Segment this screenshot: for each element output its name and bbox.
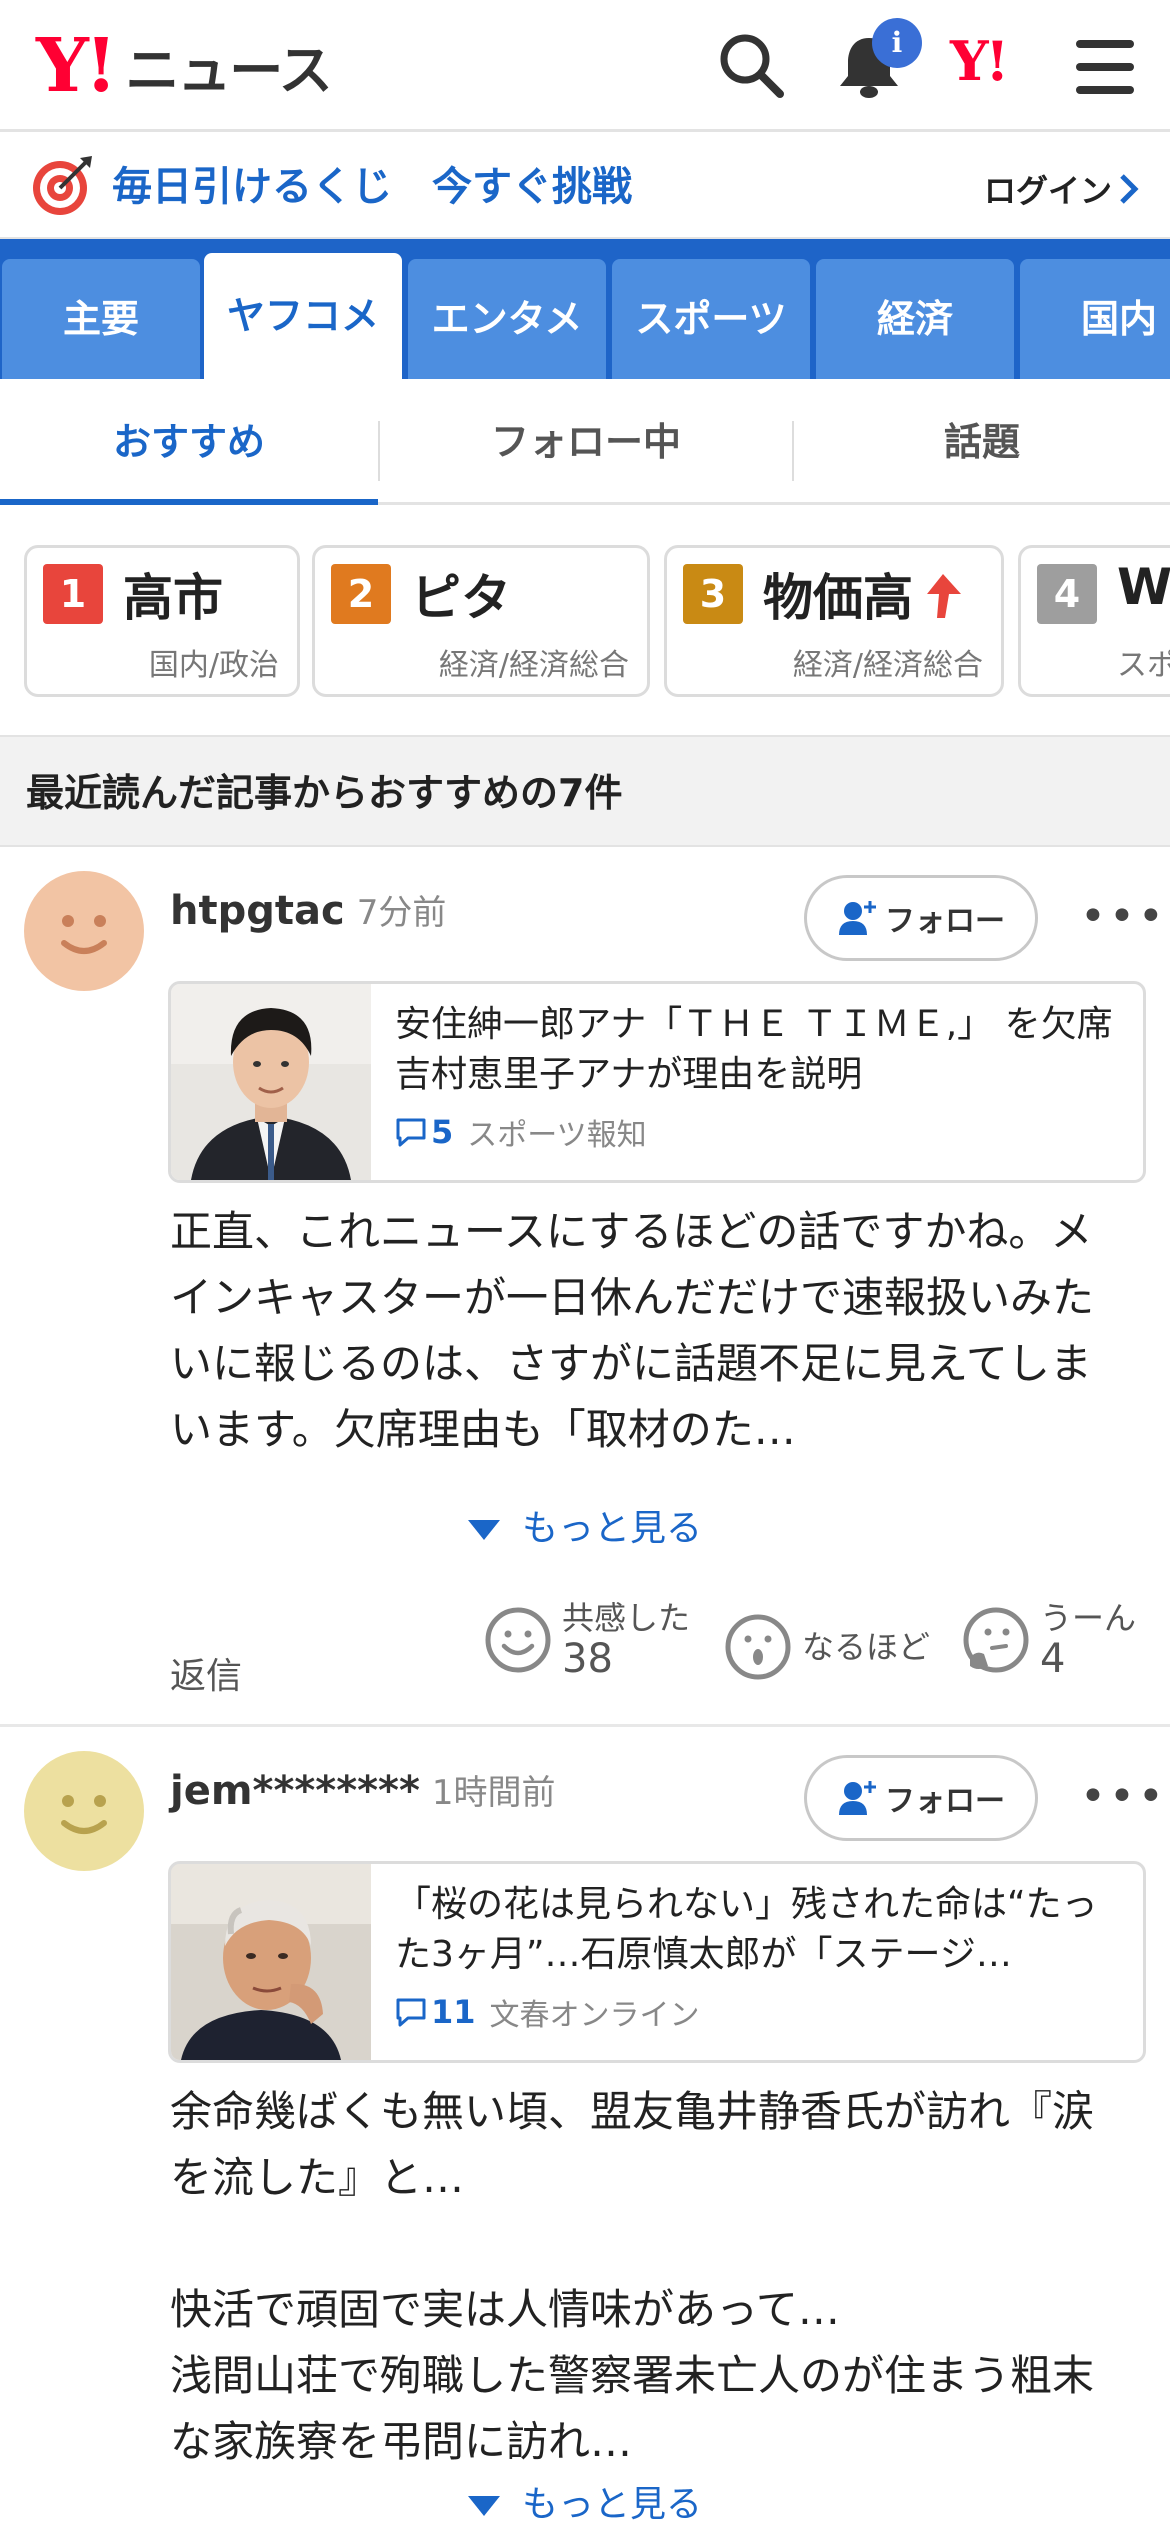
tab-domestic[interactable]: 国内	[1020, 259, 1170, 379]
subtab-recommended[interactable]: おすすめ	[0, 379, 378, 505]
comment-time: 7分前	[356, 893, 447, 933]
follow-button[interactable]: フォロー	[804, 1755, 1038, 1841]
rank-badge: 3	[683, 564, 743, 624]
comment-username[interactable]: htpgtac 7分前	[170, 885, 446, 934]
logo-text: ニュース	[125, 39, 332, 102]
trend-card[interactable]: 3 物価高 経済/経済総合	[664, 545, 1004, 697]
article-thumbnail	[171, 1864, 371, 2060]
article-comment-count: 5	[431, 1113, 454, 1151]
follow-label: フォロー	[885, 1784, 1005, 1819]
avatar[interactable]	[24, 871, 144, 991]
trend-word: ピタ	[411, 569, 511, 627]
login-label: ログイン	[983, 172, 1112, 210]
notification-badge: i	[872, 18, 922, 68]
smile-face-icon	[485, 1607, 551, 1673]
comment-body: 正直、これニュースにするほどの話ですかね。メインキャスターが一日休んだだけで速報…	[170, 1207, 1095, 1454]
target-icon	[30, 154, 94, 222]
yahoo-account-icon[interactable]: Y!	[950, 34, 1009, 88]
trend-card[interactable]: 1 高市 国内/政治	[24, 545, 300, 697]
trend-word: 物価高	[763, 569, 913, 627]
comment-username[interactable]: jem******** 1時間前	[170, 1765, 556, 1814]
reaction-label: なるほど	[802, 1627, 931, 1666]
tab-sports[interactable]: スポーツ	[612, 259, 810, 379]
article-card[interactable]: 安住紳一郎アナ「ＴＨＥ ＴＩＭＥ,」 を欠席 吉村恵里子アナが理由を説明 5 ス…	[168, 981, 1146, 1183]
reaction-count: 4	[1040, 1636, 1066, 1683]
trend-word: W	[1117, 558, 1170, 616]
comment-body: 余命幾ばくも無い頃、盟友亀井静香氏が訪れ『涙を流した』と… 快活で頑固で実は人情…	[170, 2087, 1095, 2466]
article-source: スポーツ報知	[467, 1118, 647, 1153]
comment-bubble-icon	[396, 1118, 426, 1147]
comment-time: 1時間前	[431, 1773, 556, 1813]
show-more-link[interactable]: もっと見る	[0, 1499, 1170, 1551]
trend-category: スポ	[1117, 648, 1170, 683]
reaction-label: うーん	[1040, 1599, 1137, 1637]
trend-category: 経済/経済総合	[438, 648, 629, 683]
article-comment-count: 11	[431, 1993, 476, 2031]
show-more-link[interactable]: もっと見る	[0, 2475, 1170, 2527]
comment-card: jem******** 1時間前 フォロー ••• 「桜の花は見られない」残された…	[0, 1727, 1170, 2547]
article-meta: 5 スポーツ報知	[395, 1110, 647, 1154]
follow-button[interactable]: フォロー	[804, 875, 1038, 961]
more-options-icon[interactable]: •••	[1080, 891, 1167, 942]
reaction-insightful[interactable]: なるほど	[724, 1613, 930, 1681]
comment-card: htpgtac 7分前 フォロー ••• 安住紳一郎アナ「ＴＨＥ ＴＩＭＥ,」 を…	[0, 847, 1170, 1727]
username: htpgtac	[170, 888, 345, 934]
section-heading: 最近読んだ記事からおすすめの7件	[0, 737, 1170, 847]
caret-down-icon	[467, 2496, 500, 2516]
tab-yafukome[interactable]: ヤフコメ	[204, 253, 402, 379]
show-more-label: もっと見る	[521, 1508, 702, 1549]
rank-badge: 1	[43, 564, 103, 624]
app-header: Y! ニュース i Y!	[0, 0, 1170, 132]
rank-badge: 4	[1037, 564, 1097, 624]
tab-main[interactable]: 主要	[2, 259, 200, 379]
reply-button[interactable]: 返信	[170, 1647, 242, 1699]
trend-card[interactable]: 4 W スポ	[1018, 545, 1170, 697]
login-link[interactable]: ログイン	[984, 166, 1140, 212]
follow-label: フォロー	[885, 904, 1005, 939]
tab-economy[interactable]: 経済	[816, 259, 1014, 379]
chevron-right-icon	[1120, 174, 1139, 204]
add-user-icon	[839, 1781, 876, 1815]
subtab-trending[interactable]: 話題	[794, 379, 1170, 505]
trend-category: 国内/政治	[148, 648, 279, 683]
rank-badge: 2	[331, 564, 391, 624]
comment-bubble-icon	[396, 1998, 426, 2027]
menu-icon[interactable]	[1074, 38, 1136, 100]
username: jem********	[170, 1768, 420, 1814]
yahoo-news-logo[interactable]: Y! ニュース	[36, 22, 333, 109]
show-more-label: もっと見る	[521, 2484, 702, 2525]
logo-mark: Y!	[36, 22, 117, 109]
trend-up-arrow-icon	[923, 572, 963, 624]
trending-words: 1 高市 国内/政治 2 ピタ 経済/経済総合 3 物価高 経済/経済総合 4 …	[0, 505, 1170, 737]
avatar[interactable]	[24, 1751, 144, 1871]
article-source: 文春オンライン	[489, 1998, 700, 2033]
article-title: 「桜の花は見られない」残された命は“たった3ヶ月”…石原慎太郎が「ステージ…	[395, 1884, 1098, 1975]
thinking-face-icon	[963, 1607, 1029, 1673]
category-tabs: 主要 ヤフコメ エンタメ スポーツ 経済 国内	[0, 239, 1170, 379]
reaction-hmm[interactable]: うーん 4	[962, 1599, 1136, 1681]
article-thumbnail	[171, 984, 371, 1180]
subtab-following[interactable]: フォロー中	[380, 379, 792, 505]
sub-tabs: おすすめ フォロー中 話題	[0, 379, 1170, 505]
caret-down-icon	[467, 1520, 500, 1540]
article-title: 安住紳一郎アナ「ＴＨＥ ＴＩＭＥ,」 を欠席 吉村恵里子アナが理由を説明	[395, 1004, 1146, 1095]
trend-word: 高市	[123, 569, 223, 627]
surprised-face-icon	[725, 1614, 791, 1680]
trend-category: 経済/経済総合	[792, 648, 983, 683]
search-icon[interactable]	[716, 30, 786, 104]
reaction-label: 共感した	[562, 1599, 691, 1637]
article-card[interactable]: 「桜の花は見られない」残された命は“たった3ヶ月”…石原慎太郎が「ステージ… 1…	[168, 1861, 1146, 2063]
reaction-count: 38	[562, 1636, 613, 1683]
trend-card[interactable]: 2 ピタ 経済/経済総合	[312, 545, 650, 697]
add-user-icon	[839, 901, 876, 935]
article-meta: 11 文春オンライン	[395, 1990, 700, 2034]
tab-entame[interactable]: エンタメ	[408, 259, 606, 379]
lottery-text: 毎日引けるくじ 今すぐ挑戦	[112, 164, 632, 210]
reaction-empathy[interactable]: 共感した 38	[484, 1599, 690, 1681]
daily-lottery-banner[interactable]: 毎日引けるくじ 今すぐ挑戦 ログイン	[0, 132, 1170, 239]
more-options-icon[interactable]: •••	[1080, 1771, 1167, 1822]
